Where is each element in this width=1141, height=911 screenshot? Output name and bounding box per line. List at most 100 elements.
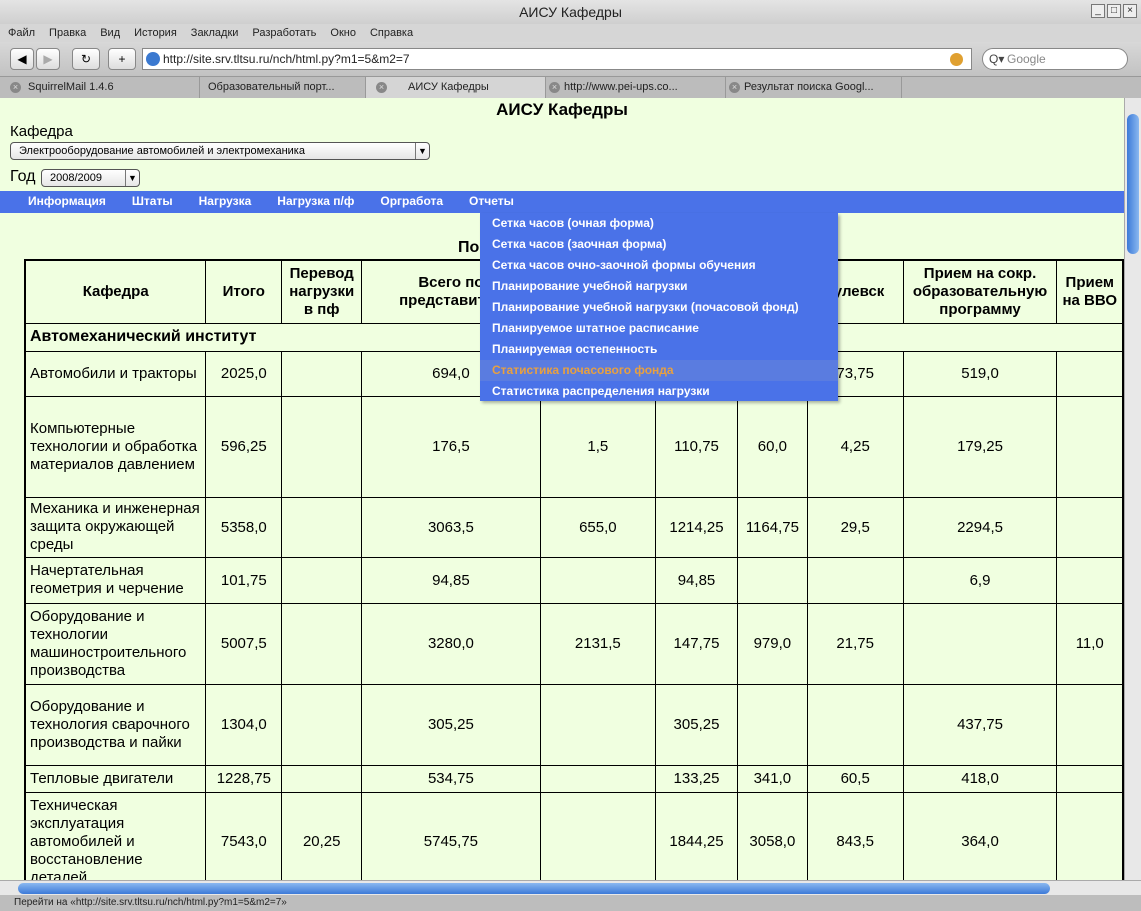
value-cell <box>902 602 1058 685</box>
table-row: Тепловые двигатели 1228,75 534,75 133,25 341… <box>24 764 1124 793</box>
value-cell: 176,5 <box>361 395 541 498</box>
department-name-cell: Начертательная геометрия и черчение <box>24 556 207 604</box>
menu-item[interactable]: История <box>134 24 177 42</box>
reports-menu-item[interactable]: Планирование учебной нагрузки (почасовой… <box>480 297 838 318</box>
tab-label: SquirrelMail 1.4.6 <box>28 81 114 93</box>
menu-item[interactable]: Справка <box>370 24 413 42</box>
menubar: Файл Правка Вид История Закладки Разработать О… <box>0 24 1141 42</box>
value-cell: 110,75 <box>655 395 738 498</box>
table-row: Оборудование и технологии машиностроител… <box>24 602 1124 685</box>
value-cell: 1228,75 <box>205 764 283 793</box>
column-header: Прием на сокр. образовательную программу <box>902 259 1058 324</box>
value-cell: 20,25 <box>281 791 363 880</box>
tab-pei-ups[interactable]: × http://www.pei-ups.co... <box>546 77 726 98</box>
value-cell <box>1056 395 1124 498</box>
value-cell <box>1056 556 1124 604</box>
reports-menu-item[interactable]: Сетка часов очно-заочной формы обучения <box>480 255 838 276</box>
value-cell <box>539 764 657 793</box>
value-cell <box>806 683 904 766</box>
minimize-button[interactable]: _ <box>1091 4 1105 18</box>
reports-menu-item[interactable]: Сетка часов (очная форма) <box>480 213 838 234</box>
reports-menu-item[interactable]: Планирование учебной нагрузки <box>480 276 838 297</box>
value-cell: 341,0 <box>736 764 808 793</box>
menu-item[interactable]: Правка <box>49 24 86 42</box>
value-cell <box>539 683 657 766</box>
chevron-down-icon: ▼ <box>415 143 429 159</box>
menu-item[interactable]: Закладки <box>191 24 239 42</box>
nav-item[interactable]: Отчеты <box>469 191 514 213</box>
table-row: Оборудование и технология сварочного про… <box>24 683 1124 766</box>
nav-item[interactable]: Нагрузка п/ф <box>277 191 354 213</box>
nav-item[interactable]: Информация <box>28 191 106 213</box>
value-cell <box>281 602 363 685</box>
tab-aisu[interactable]: × АИСУ Кафедры <box>366 77 546 98</box>
horizontal-scroll-thumb[interactable] <box>18 883 1050 894</box>
vertical-scrollbar[interactable] <box>1124 98 1141 880</box>
department-name-cell: Компьютерные технологии и обработка мате… <box>24 395 207 498</box>
search-icon: Q▾ <box>989 52 1005 66</box>
value-cell <box>1056 683 1124 766</box>
tab-bar: × SquirrelMail 1.4.6 Образовательный порт… <box>0 76 1141 98</box>
tab-portal[interactable]: Образовательный порт... <box>200 77 366 98</box>
value-cell: 437,75 <box>902 683 1058 766</box>
search-input[interactable]: Q▾ Google <box>982 48 1128 70</box>
value-cell: 534,75 <box>361 764 541 793</box>
value-cell: 179,25 <box>902 395 1058 498</box>
close-tab-icon[interactable]: × <box>376 82 387 93</box>
value-cell: 519,0 <box>902 350 1058 397</box>
kafedra-select[interactable]: Электрооборудование автомобилей и электр… <box>10 142 430 160</box>
window-title: АИСУ Кафедры <box>519 4 622 20</box>
globe-icon <box>146 52 160 66</box>
tab-google[interactable]: × Результат поиска Googl... <box>726 77 902 98</box>
year-label: Год <box>10 168 36 185</box>
value-cell: 3058,0 <box>736 791 808 880</box>
menu-item[interactable]: Файл <box>8 24 35 42</box>
reports-menu-item[interactable]: Статистика почасового фонда <box>480 360 838 381</box>
table-row: Техническая эксплуатация автомобилей и в… <box>24 791 1124 880</box>
snapback-icon[interactable] <box>950 53 963 66</box>
nav-item[interactable]: Нагрузка <box>199 191 252 213</box>
page-content: АИСУ Кафедры Кафедра Электрооборудование… <box>0 98 1124 880</box>
browser-toolbar: ◀ ▶ ↻ + http://site.srv.tltsu.ru/nch/htm… <box>0 42 1141 76</box>
value-cell: 596,25 <box>205 395 283 498</box>
menu-item[interactable]: Окно <box>330 24 356 42</box>
vertical-scroll-thumb[interactable] <box>1127 114 1139 254</box>
value-cell: 1164,75 <box>736 496 808 558</box>
add-bookmark-button[interactable]: + <box>108 48 136 70</box>
value-cell: 418,0 <box>902 764 1058 793</box>
value-cell: 1304,0 <box>205 683 283 766</box>
value-cell: 655,0 <box>539 496 657 558</box>
horizontal-scrollbar[interactable] <box>0 880 1141 895</box>
reports-menu-item[interactable]: Планируемое штатное расписание <box>480 318 838 339</box>
close-tab-icon[interactable]: × <box>729 82 740 93</box>
menu-item[interactable]: Вид <box>100 24 120 42</box>
url-field[interactable]: http://site.srv.tltsu.ru/nch/html.py?m1=… <box>142 48 972 70</box>
value-cell: 5358,0 <box>205 496 283 558</box>
table-row: Начертательная геометрия и черчение 101,7… <box>24 556 1124 604</box>
value-cell: 60,5 <box>806 764 904 793</box>
close-button[interactable]: × <box>1123 4 1137 18</box>
nav-item[interactable]: Оргработа <box>380 191 443 213</box>
value-cell: 3063,5 <box>361 496 541 558</box>
reports-menu-item[interactable]: Планируемая остепенность <box>480 339 838 360</box>
value-cell: 2131,5 <box>539 602 657 685</box>
reports-menu-item[interactable]: Статистика распределения нагрузки <box>480 381 838 402</box>
reload-button[interactable]: ↻ <box>72 48 100 70</box>
value-cell <box>281 764 363 793</box>
back-button[interactable]: ◀ <box>10 48 34 70</box>
close-tab-icon[interactable]: × <box>10 82 21 93</box>
column-header: Итого <box>205 259 283 324</box>
forward-button[interactable]: ▶ <box>36 48 60 70</box>
value-cell <box>539 791 657 880</box>
kafedra-label: Кафедра <box>10 123 73 140</box>
value-cell: 1,5 <box>539 395 657 498</box>
nav-item[interactable]: Штаты <box>132 191 173 213</box>
menu-item[interactable]: Разработать <box>252 24 316 42</box>
maximize-button[interactable]: □ <box>1107 4 1121 18</box>
reports-menu-item[interactable]: Сетка часов (заочная форма) <box>480 234 838 255</box>
tab-squirrelmail[interactable]: × SquirrelMail 1.4.6 <box>0 77 200 98</box>
close-tab-icon[interactable]: × <box>549 82 560 93</box>
year-select[interactable]: 2008/2009 ▼ <box>41 169 140 187</box>
url-text: http://site.srv.tltsu.ru/nch/html.py?m1=… <box>163 52 410 66</box>
value-cell: 11,0 <box>1056 602 1124 685</box>
